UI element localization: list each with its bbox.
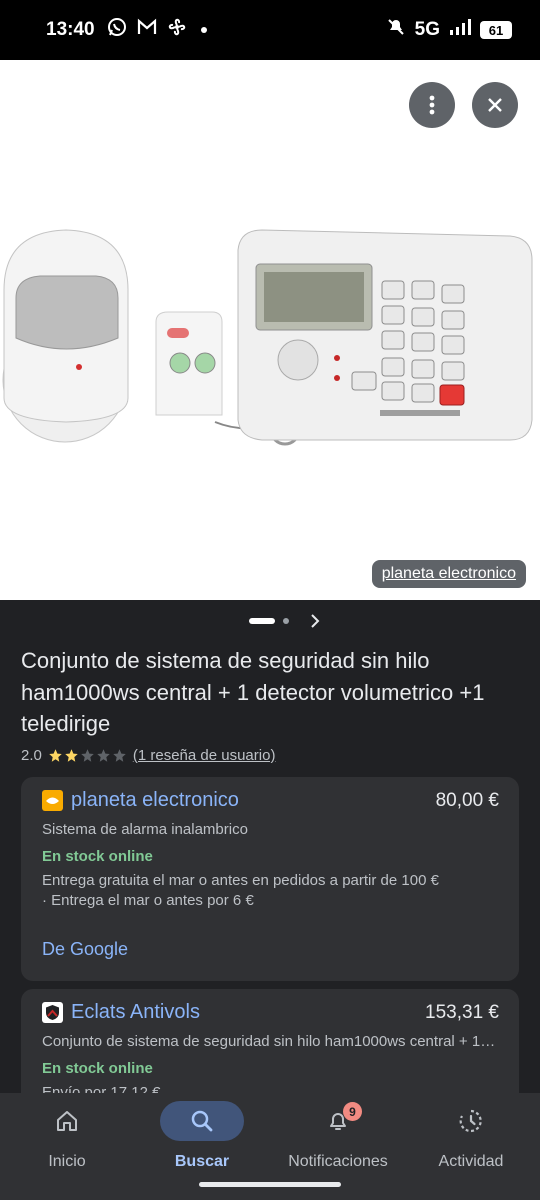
star-empty-icon [97, 748, 110, 762]
rating-stars [48, 748, 127, 763]
pager-dot[interactable] [283, 618, 289, 624]
offer-card[interactable]: planeta electronico 80,00 € Sistema de a… [21, 777, 519, 981]
stock-status: En stock online [42, 848, 153, 865]
merchant-logo [42, 1002, 63, 1023]
status-time: 13:40 [46, 19, 95, 40]
merchant-logo [42, 790, 63, 811]
offer-price: 153,31 € [425, 1001, 499, 1023]
whatsapp-icon [107, 17, 127, 43]
from-google-link[interactable]: De Google [42, 939, 128, 960]
merchant-name[interactable]: Eclats Antivols [71, 1001, 200, 1024]
fan-icon [167, 17, 187, 43]
close-icon [488, 98, 502, 112]
nav-label: Notificaciones [288, 1153, 388, 1170]
offer-price: 80,00 € [435, 789, 499, 811]
pager-dot-active[interactable] [249, 618, 275, 624]
nav-activity[interactable]: Actividad [429, 1093, 513, 1183]
mute-icon [386, 17, 406, 43]
gmail-icon [137, 18, 157, 42]
star-empty-icon [113, 748, 126, 762]
battery-icon: 61 [480, 21, 512, 39]
notification-dot [200, 27, 207, 33]
reviews-link[interactable]: (1 reseña de usuario) [133, 747, 276, 764]
next-image-button[interactable] [309, 613, 321, 634]
home-icon [57, 1111, 77, 1131]
network-type: 5G [414, 19, 440, 40]
nav-label: Inicio [48, 1153, 86, 1170]
nav-label: Actividad [438, 1153, 504, 1170]
home-indicator[interactable] [199, 1182, 341, 1187]
offer-description: Conjunto de sistema de seguridad sin hil… [42, 1033, 499, 1050]
status-bar: 13:40 5G 61 [0, 0, 540, 60]
nav-home[interactable]: Inicio [25, 1093, 109, 1183]
merchant-name[interactable]: planeta electronico [71, 789, 239, 812]
more-options-button[interactable] [409, 82, 455, 128]
notification-badge: 9 [343, 1102, 362, 1121]
stock-status: En stock online [42, 1060, 153, 1077]
offer-description: Sistema de alarma inalambrico [42, 821, 248, 838]
more-vert-icon [429, 95, 435, 115]
star-filled-icon [65, 748, 78, 762]
activity-icon [459, 1109, 482, 1133]
product-title: Conjunto de sistema de seguridad sin hil… [21, 648, 485, 736]
product-image-viewer[interactable]: planeta electronico [0, 60, 540, 600]
search-icon [191, 1110, 213, 1132]
image-source-link[interactable]: planeta electronico [371, 560, 526, 588]
close-button[interactable] [472, 82, 518, 128]
signal-icon [449, 19, 471, 41]
rating-score: 2.0 [21, 746, 42, 764]
merchant-row: planeta electronico 80,00 € [42, 789, 499, 812]
star-filled-icon [49, 748, 62, 762]
product-rating: 2.0 (1 reseña de usuario) [21, 745, 275, 765]
chevron-right-icon [311, 614, 320, 628]
product-image [2, 229, 533, 446]
image-pager [0, 612, 540, 630]
nav-label: Buscar [174, 1153, 230, 1170]
shipping-info: Entrega gratuita el mar o antes en pedid… [42, 872, 439, 909]
star-empty-icon [81, 748, 94, 762]
merchant-row: Eclats Antivols 153,31 € [42, 1001, 499, 1024]
nav-notifications[interactable]: 9 Notificaciones [283, 1093, 393, 1183]
nav-search[interactable]: Buscar [160, 1093, 244, 1183]
